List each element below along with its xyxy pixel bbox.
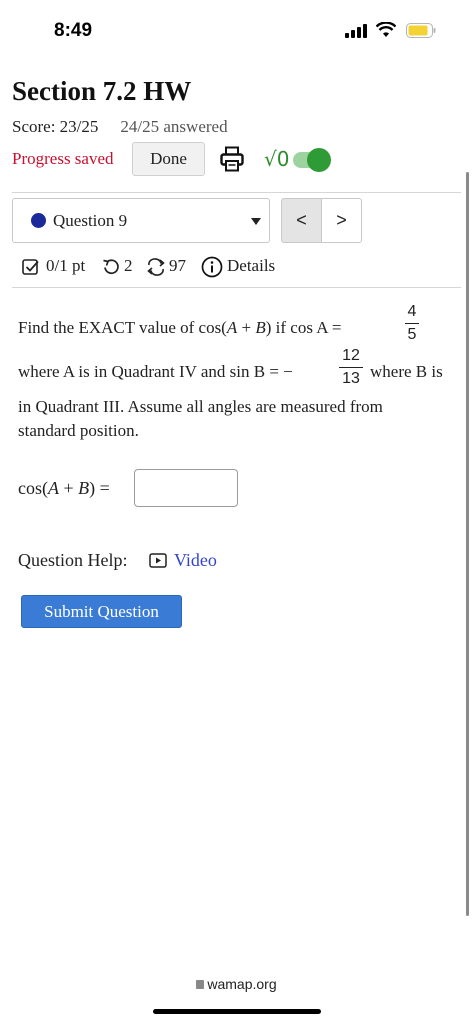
caret-down-icon [251, 218, 261, 225]
question-line-2-end: where B is [370, 362, 443, 381]
sqrt-icon: √0 [264, 147, 290, 171]
lock-icon [196, 980, 205, 989]
question-select-label: Question 9 [53, 211, 128, 230]
question-select[interactable]: Question 9 [12, 198, 270, 243]
question-line-3: in Quadrant III. Assume all angles are m… [18, 397, 383, 416]
cellular-signal-icon [345, 24, 367, 38]
done-button[interactable]: Done [132, 142, 205, 176]
video-icon[interactable] [149, 553, 167, 568]
next-question-button[interactable]: > [321, 198, 362, 243]
retry-icon [103, 259, 119, 275]
answered-count: 24/25 answered [120, 117, 228, 136]
fraction-4-5: 45 [405, 302, 419, 345]
divider [12, 287, 461, 288]
status-bar: 8:49 [0, 0, 473, 58]
progress-saved-status: Progress saved [12, 149, 114, 168]
status-time: 8:49 [54, 20, 93, 41]
url-text: wamap.org [207, 976, 277, 992]
attempts-icon [147, 258, 165, 276]
points-text: 0/1 pt [46, 256, 86, 275]
page-title: Section 7.2 HW [12, 76, 192, 106]
printer-icon[interactable] [220, 146, 244, 172]
url-bar[interactable]: wamap.org [0, 976, 473, 992]
math-entry-toggle[interactable]: √0 [264, 147, 332, 173]
divider [12, 192, 461, 193]
answer-input[interactable] [134, 469, 238, 507]
video-link[interactable]: Video [174, 550, 217, 571]
home-indicator[interactable] [153, 1009, 321, 1014]
retries-count: 2 [124, 256, 133, 275]
score-text: Score: 23/25 [12, 117, 99, 136]
score-row: Score: 23/25 24/25 answered [12, 117, 228, 137]
question-help-label: Question Help: [18, 550, 128, 570]
question-line-4: standard position. [18, 421, 139, 440]
battery-icon [406, 23, 436, 38]
previous-question-button[interactable]: < [281, 198, 322, 243]
answer-label: cos(A + B) = [18, 478, 110, 498]
scrollbar[interactable] [466, 172, 469, 916]
question-line-2: where A is in Quadrant IV and sin B = − [18, 362, 293, 381]
details-link[interactable]: Details [227, 256, 275, 276]
info-icon[interactable] [201, 256, 223, 278]
question-line-1: Find the EXACT value of cos(A + B) if co… [18, 318, 342, 337]
submit-question-button[interactable]: Submit Question [21, 595, 182, 628]
question-status-dot [31, 213, 46, 228]
wifi-icon [376, 22, 396, 37]
checkbox-icon [22, 259, 39, 275]
toggle-knob [307, 148, 331, 172]
attempts-count: 97 [169, 256, 186, 275]
fraction-12-13: 12 13 [339, 346, 363, 389]
